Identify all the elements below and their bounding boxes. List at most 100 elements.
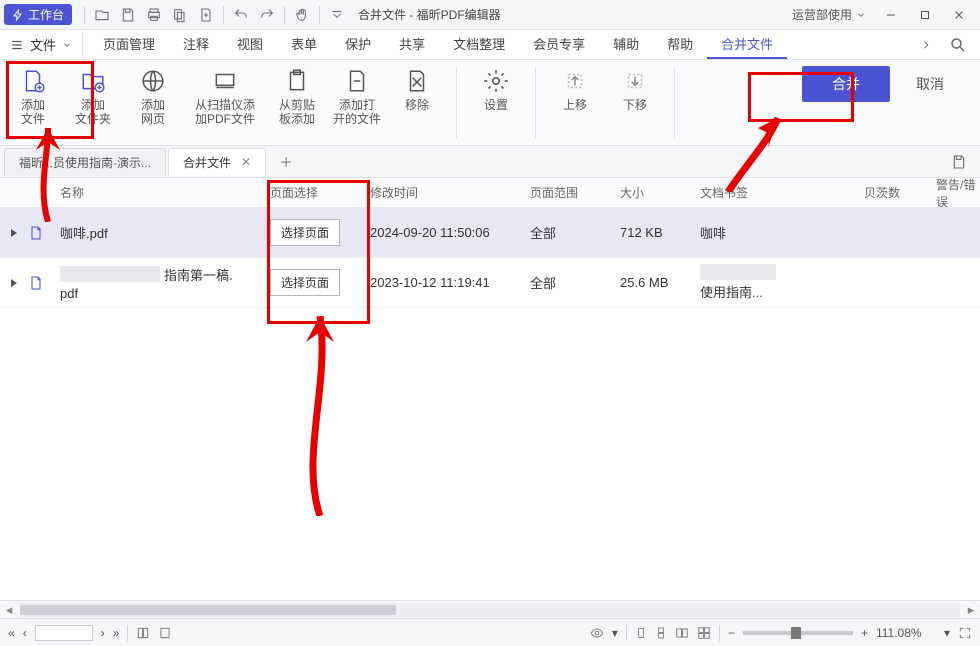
first-page-button[interactable]: «: [8, 626, 15, 640]
hand-tool-icon[interactable]: [289, 3, 315, 27]
menutab-member[interactable]: 会员专享: [519, 30, 599, 59]
add-tab-button[interactable]: ＋: [274, 150, 298, 174]
settings-button[interactable]: 设置: [471, 66, 521, 112]
zoom-thumb[interactable]: [791, 627, 801, 639]
table-row[interactable]: 指南第一稿. pdf 选择页面 2023-10-12 11:19:41 全部 2…: [0, 258, 980, 308]
dropdown-icon[interactable]: [324, 3, 350, 27]
pdf-file-icon: [28, 275, 44, 291]
document-tab-label: 福昕...员使用指南-演示...: [19, 154, 151, 171]
search-button[interactable]: [940, 30, 976, 59]
add-folder-button[interactable]: 添加文件夹: [68, 66, 118, 126]
add-file-button[interactable]: 添加文件: [8, 66, 58, 126]
workbench-chip[interactable]: 工作台: [4, 4, 72, 25]
document-tab-1[interactable]: 福昕...员使用指南-演示...: [4, 148, 166, 176]
add-from-clipboard-button[interactable]: 从剪贴板添加: [272, 66, 322, 126]
remove-icon: [402, 66, 432, 96]
menutab-form[interactable]: 表单: [277, 30, 331, 59]
menutab-comment[interactable]: 注释: [169, 30, 223, 59]
layout-single-icon[interactable]: [635, 626, 647, 640]
page-select-button[interactable]: 选择页面: [270, 269, 340, 296]
zoom-slider[interactable]: [743, 631, 853, 635]
separator: [319, 6, 320, 24]
fullscreen-button[interactable]: [958, 626, 972, 640]
col-pages[interactable]: 贝茨数: [864, 184, 936, 201]
horizontal-scrollbar[interactable]: ◂ ▸: [0, 600, 980, 618]
window-title: 合并文件 - 福昕PDF编辑器: [358, 6, 501, 23]
col-name[interactable]: 名称: [60, 184, 270, 201]
layout-two-icon[interactable]: [675, 626, 689, 640]
add-from-scanner-button[interactable]: 从扫描仪添加PDF文件: [188, 66, 262, 126]
menutab-share[interactable]: 共享: [385, 30, 439, 59]
page-layout-icon-2[interactable]: [158, 626, 172, 640]
col-bookmarks[interactable]: 文档书签: [700, 184, 864, 201]
scroll-thumb[interactable]: [20, 605, 396, 615]
cancel-button[interactable]: 取消: [904, 66, 956, 102]
remove-button[interactable]: 移除: [392, 66, 442, 126]
menutab-merge[interactable]: 合并文件: [707, 30, 787, 59]
print-icon[interactable]: [141, 3, 167, 27]
scroll-track[interactable]: [20, 603, 960, 617]
col-modified[interactable]: 修改时间: [370, 184, 530, 201]
chevron-down-icon: [856, 10, 866, 20]
page-layout-icon[interactable]: [136, 626, 150, 640]
zoom-out-button[interactable]: −: [728, 626, 735, 640]
user-label: 运营部使用: [792, 6, 852, 23]
merge-button[interactable]: 合并: [802, 66, 890, 102]
user-menu[interactable]: 运营部使用: [792, 6, 866, 23]
next-page-button[interactable]: ›: [101, 626, 105, 640]
maximize-button[interactable]: [908, 1, 942, 29]
move-down-button[interactable]: 下移: [610, 66, 660, 112]
hamburger-icon: [10, 38, 24, 52]
col-range[interactable]: 页面范围: [530, 184, 620, 201]
close-button[interactable]: [942, 1, 976, 29]
table-row[interactable]: 咖啡.pdf 选择页面 2024-09-20 11:50:06 全部 712 K…: [0, 208, 980, 258]
minimize-button[interactable]: [874, 1, 908, 29]
col-page-select[interactable]: 页面选择: [270, 184, 370, 201]
expand-icon[interactable]: [11, 229, 17, 237]
zoom-in-button[interactable]: +: [861, 626, 868, 640]
tabs-scroll-right[interactable]: [916, 30, 936, 59]
save-icon[interactable]: [115, 3, 141, 27]
view-mode-icon[interactable]: [590, 626, 604, 640]
menutab-view[interactable]: 视图: [223, 30, 277, 59]
redo-icon[interactable]: [254, 3, 280, 27]
add-open-files-button[interactable]: 添加打开的文件: [332, 66, 382, 126]
copy-page-icon[interactable]: [167, 3, 193, 27]
lightning-icon: [12, 9, 24, 21]
separator: [674, 68, 675, 138]
expand-icon[interactable]: [11, 279, 17, 287]
globe-icon: [138, 66, 168, 96]
last-page-button[interactable]: »: [113, 626, 120, 640]
col-warnings[interactable]: 警告/错误: [936, 178, 980, 210]
layout-continuous-icon[interactable]: [655, 626, 667, 640]
close-tab-icon[interactable]: ✕: [241, 155, 251, 169]
ribbon-label: 移除: [405, 98, 429, 112]
folder-plus-icon: [78, 66, 108, 96]
file-menu[interactable]: 文件: [0, 30, 83, 59]
save-workspace-icon[interactable]: [948, 151, 970, 173]
new-page-icon[interactable]: [193, 3, 219, 27]
layout-two-cont-icon[interactable]: [697, 626, 711, 640]
menutab-help[interactable]: 帮助: [653, 30, 707, 59]
file-menu-label: 文件: [30, 35, 56, 54]
menutab-doc[interactable]: 文档整理: [439, 30, 519, 59]
move-up-button[interactable]: 上移: [550, 66, 600, 112]
page-select-button[interactable]: 选择页面: [270, 219, 340, 246]
add-webpage-button[interactable]: 添加网页: [128, 66, 178, 126]
document-tab-merge[interactable]: 合并文件 ✕: [168, 148, 266, 176]
ribbon-label: 从扫描仪添加PDF文件: [195, 98, 255, 126]
scroll-left-icon[interactable]: ◂: [0, 601, 18, 619]
menutab-access[interactable]: 辅助: [599, 30, 653, 59]
undo-icon[interactable]: [228, 3, 254, 27]
menutab-page-manage[interactable]: 页面管理: [89, 30, 169, 59]
page-jump-input[interactable]: [35, 625, 93, 641]
move-up-icon: [560, 66, 590, 96]
scroll-right-icon[interactable]: ▸: [962, 601, 980, 619]
col-size[interactable]: 大小: [620, 184, 700, 201]
file-table: 名称 页面选择 修改时间 页面范围 大小 文档书签 贝茨数 警告/错误 咖啡.p…: [0, 178, 980, 600]
prev-page-button[interactable]: ‹: [23, 626, 27, 640]
menu-tabs: 页面管理 注释 视图 表单 保护 共享 文档整理 会员专享 辅助 帮助 合并文件: [83, 30, 787, 59]
cell-range: 全部: [530, 273, 620, 292]
open-icon[interactable]: [89, 3, 115, 27]
menutab-protect[interactable]: 保护: [331, 30, 385, 59]
